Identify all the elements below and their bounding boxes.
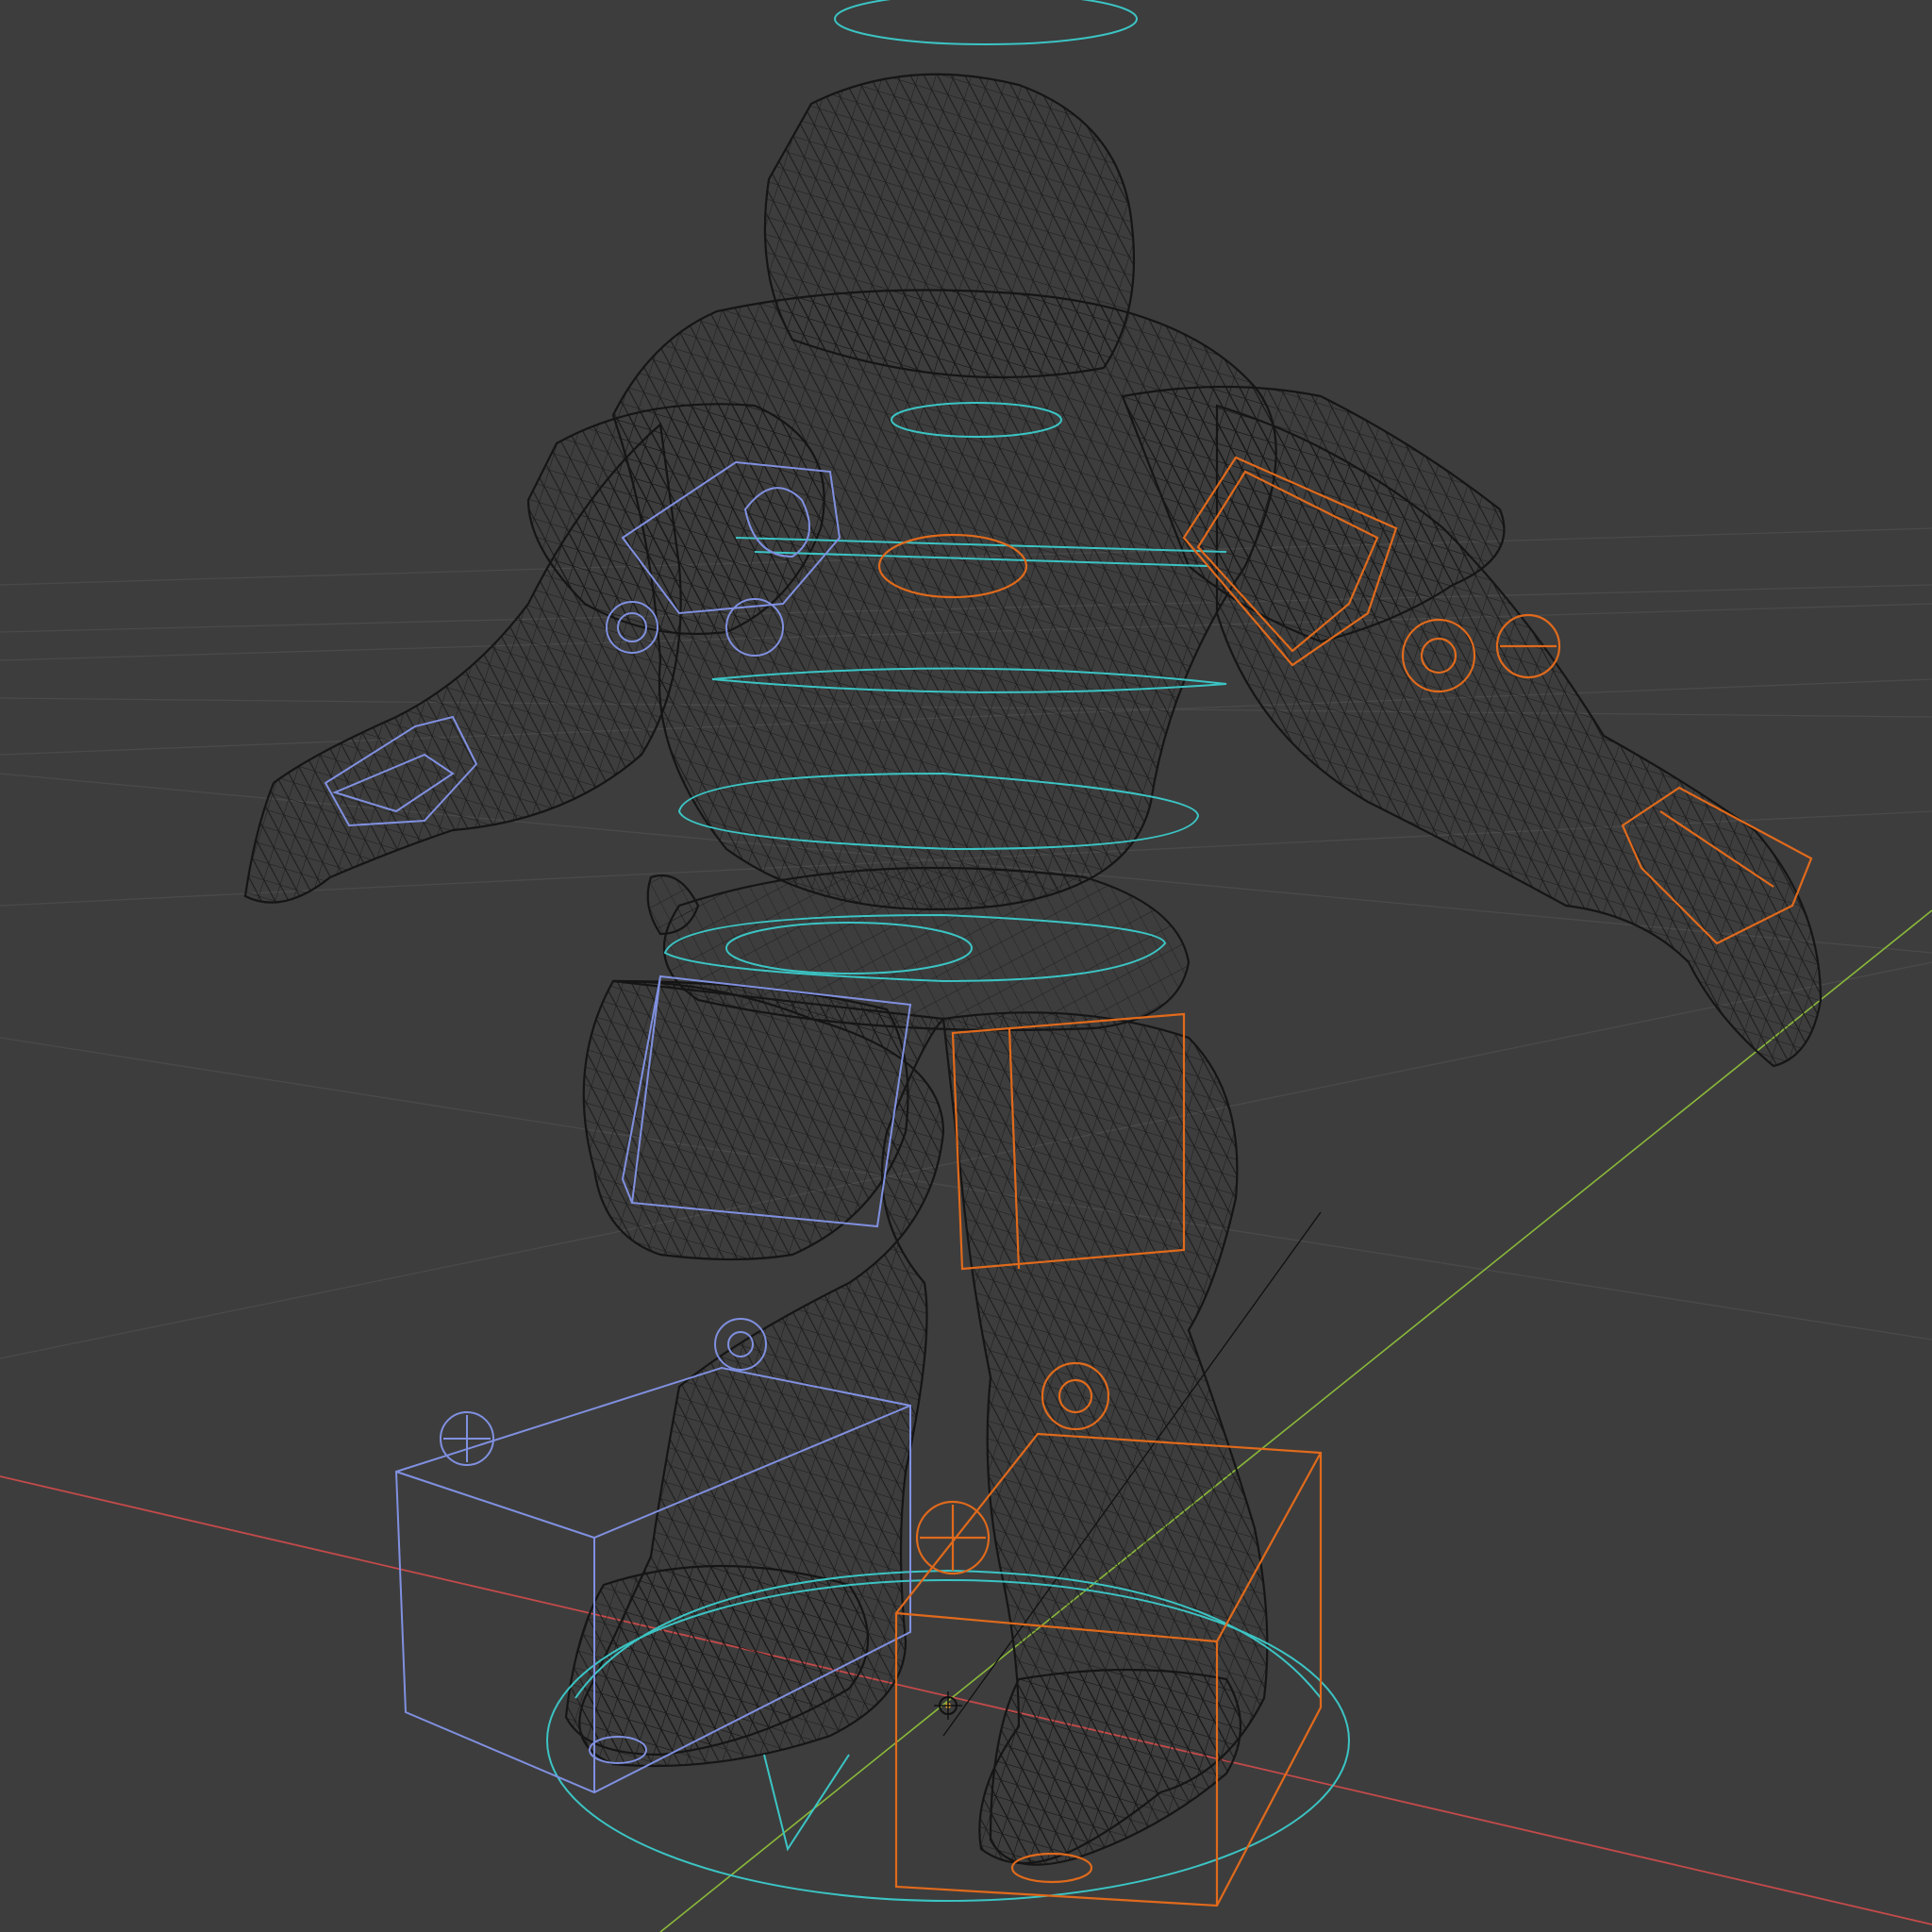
- 3d-viewport[interactable]: [0, 0, 1932, 1932]
- x-axis-line: [0, 1475, 1932, 1925]
- mesh-left-thigh: [582, 979, 909, 1261]
- root-arrow-control: [763, 1754, 850, 1852]
- head-ring-control: [834, 0, 1138, 45]
- mesh-right-foot: [989, 1668, 1241, 1866]
- right-heel-cross: [920, 1505, 986, 1571]
- character-mesh[interactable]: [243, 73, 1823, 1866]
